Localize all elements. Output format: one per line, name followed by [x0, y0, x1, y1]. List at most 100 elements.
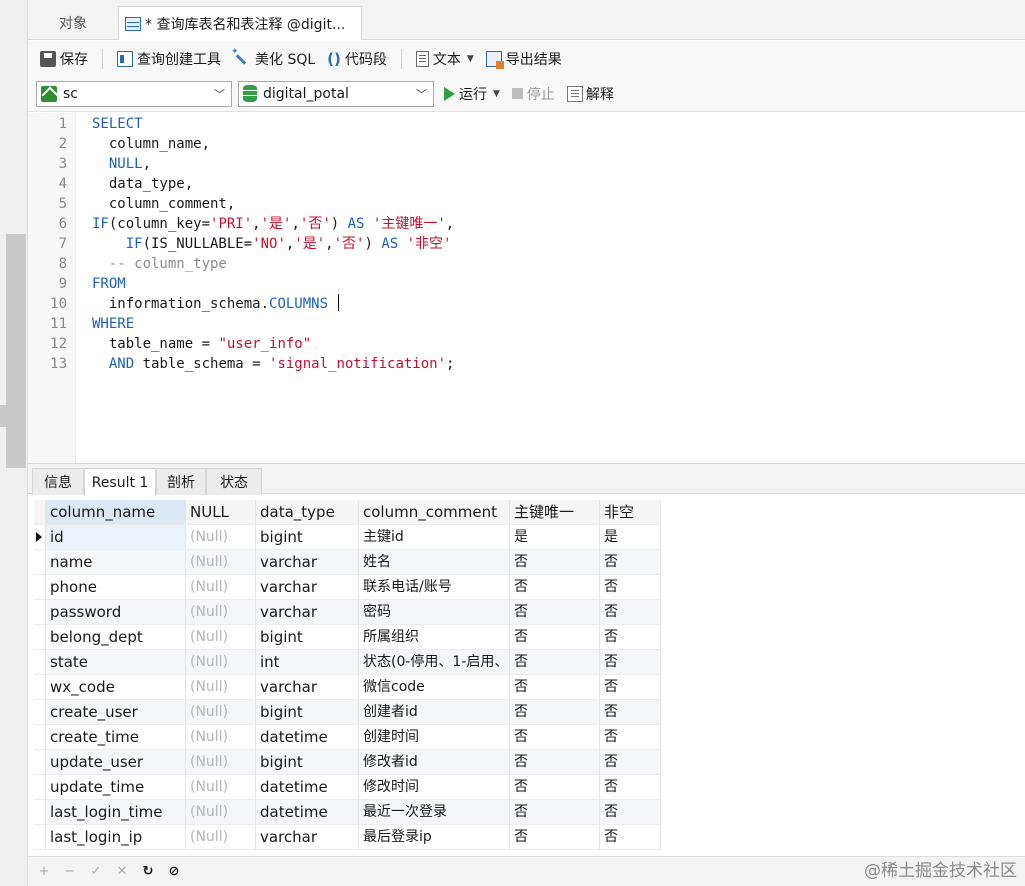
beautify-sql-button[interactable]: 美化 SQL [229, 46, 319, 72]
table-row[interactable]: last_login_time (Null) datetime 最近一次登录否否 [34, 800, 661, 825]
grid-cell[interactable]: varchar [256, 600, 359, 625]
grid-cell[interactable]: 否 [600, 675, 661, 700]
row-indicator[interactable] [34, 675, 46, 700]
grid-cell[interactable]: 否 [510, 725, 600, 750]
tab-objects[interactable]: 对象 [28, 6, 118, 40]
grid-cell[interactable]: 否 [600, 600, 661, 625]
run-button[interactable]: 运行 ▼ [444, 84, 500, 104]
grid-cell[interactable]: 否 [600, 575, 661, 600]
table-row[interactable]: create_user (Null) bigint 创建者id 否否 [34, 700, 661, 725]
grid-cell[interactable]: (Null) [186, 550, 256, 575]
table-row[interactable]: last_login_ip (Null) varchar 最后登录ip 否否 [34, 825, 661, 850]
grid-cell[interactable]: 否 [600, 700, 661, 725]
grid-cell[interactable]: varchar [256, 575, 359, 600]
refresh-icon[interactable]: ↻ [142, 864, 154, 879]
code-line[interactable]: NULL, [92, 154, 151, 174]
grid-cell[interactable]: update_user [46, 750, 186, 775]
grid-cell[interactable]: 状态(0-停用、1-启用、 [359, 650, 510, 675]
grid-cell[interactable]: last_login_ip [46, 825, 186, 850]
grid-cell[interactable]: create_user [46, 700, 186, 725]
grid-cell[interactable]: 否 [510, 700, 600, 725]
table-row[interactable]: name (Null) varchar 姓名否否 [34, 550, 661, 575]
query-builder-button[interactable]: 查询创建工具 [113, 46, 225, 72]
grid-cell[interactable]: 修改时间 [359, 775, 510, 800]
database-select[interactable]: digital_potal ﹀ [238, 80, 434, 107]
grid-cell[interactable]: 否 [510, 775, 600, 800]
text-mode-button[interactable]: 文本 ▼ [412, 46, 478, 72]
code-line[interactable]: FROM [92, 274, 126, 294]
tab-info[interactable]: 信息 [32, 468, 84, 495]
grid-cell[interactable]: 否 [510, 675, 600, 700]
grid-cell[interactable]: state [46, 650, 186, 675]
stop-fetch-icon[interactable]: ⊘ [168, 864, 180, 879]
grid-cell[interactable]: 否 [510, 825, 600, 850]
grid-cell[interactable]: (Null) [186, 575, 256, 600]
code-line[interactable]: AND table_schema = 'signal_notification'… [92, 354, 455, 374]
grid-cell[interactable]: (Null) [186, 775, 256, 800]
chevron-down-icon[interactable]: ▼ [467, 54, 474, 64]
grid-cell[interactable]: phone [46, 575, 186, 600]
grid-cell[interactable]: varchar [256, 825, 359, 850]
grid-cell[interactable]: 是 [510, 525, 600, 550]
grid-cell[interactable]: (Null) [186, 800, 256, 825]
table-row[interactable]: id (Null) bigint 主键id 是是 [34, 525, 661, 550]
grid-cell[interactable]: bigint [256, 525, 359, 550]
code-line[interactable]: column_comment, [92, 194, 235, 214]
grid-cell[interactable]: 微信code [359, 675, 510, 700]
row-indicator[interactable] [34, 525, 46, 550]
grid-cell[interactable]: (Null) [186, 525, 256, 550]
grid-cell[interactable]: id [46, 525, 186, 550]
grid-cell[interactable]: datetime [256, 725, 359, 750]
grid-cell[interactable]: (Null) [186, 725, 256, 750]
grid-cell[interactable]: 所属组织 [359, 625, 510, 650]
row-indicator[interactable] [34, 750, 46, 775]
row-indicator[interactable] [34, 650, 46, 675]
panel-resize-handle[interactable] [0, 405, 6, 427]
connection-select[interactable]: sc ﹀ [36, 80, 232, 107]
save-button[interactable]: 保存 [36, 46, 92, 72]
grid-cell[interactable]: int [256, 650, 359, 675]
grid-cell[interactable]: 密码 [359, 600, 510, 625]
grid-cell[interactable]: varchar [256, 550, 359, 575]
code-snippet-button[interactable]: () 代码段 [323, 46, 391, 72]
code-line[interactable]: IF(IS_NULLABLE='NO','是','否') AS '非空' [92, 234, 452, 254]
grid-cell[interactable]: update_time [46, 775, 186, 800]
grid-cell[interactable]: bigint [256, 625, 359, 650]
grid-cell[interactable]: 否 [510, 575, 600, 600]
grid-cell[interactable]: (Null) [186, 675, 256, 700]
grid-cell[interactable]: 否 [600, 725, 661, 750]
grid-cell[interactable]: 否 [510, 625, 600, 650]
code-line[interactable]: -- column_type [92, 254, 227, 274]
apply-changes-icon[interactable]: ✓ [90, 864, 102, 879]
grid-cell[interactable]: 联系电话/账号 [359, 575, 510, 600]
chevron-down-icon[interactable]: ﹀ [214, 86, 225, 102]
grid-cell[interactable]: (Null) [186, 825, 256, 850]
code-line[interactable]: SELECT [92, 114, 143, 134]
row-indicator[interactable] [34, 775, 46, 800]
grid-cell[interactable]: 否 [600, 800, 661, 825]
grid-cell[interactable]: 否 [510, 600, 600, 625]
chevron-down-icon[interactable]: ▼ [493, 89, 500, 99]
grid-cell[interactable]: (Null) [186, 625, 256, 650]
code-line[interactable]: table_name = "user_info" [92, 334, 311, 354]
row-indicator[interactable] [34, 825, 46, 850]
grid-cell[interactable]: (Null) [186, 600, 256, 625]
column-header[interactable]: 非空 [600, 500, 661, 525]
tab-result-1[interactable]: Result 1 [84, 468, 156, 496]
grid-cell[interactable]: (Null) [186, 700, 256, 725]
grid-cell[interactable]: bigint [256, 700, 359, 725]
grid-cell[interactable]: 否 [600, 750, 661, 775]
row-indicator[interactable] [34, 600, 46, 625]
column-header[interactable]: data_type [256, 500, 359, 525]
left-scrollbar-thumb[interactable] [6, 234, 26, 468]
grid-cell[interactable]: 否 [600, 625, 661, 650]
row-indicator[interactable] [34, 550, 46, 575]
grid-cell[interactable]: create_time [46, 725, 186, 750]
explain-button[interactable]: 解释 [566, 84, 614, 104]
grid-cell[interactable]: 最后登录ip [359, 825, 510, 850]
export-results-button[interactable]: 导出结果 [482, 46, 566, 72]
table-row[interactable]: wx_code (Null) varchar 微信code 否否 [34, 675, 661, 700]
code-line[interactable]: WHERE [92, 314, 134, 334]
grid-cell[interactable]: 主键id [359, 525, 510, 550]
row-indicator[interactable] [34, 575, 46, 600]
